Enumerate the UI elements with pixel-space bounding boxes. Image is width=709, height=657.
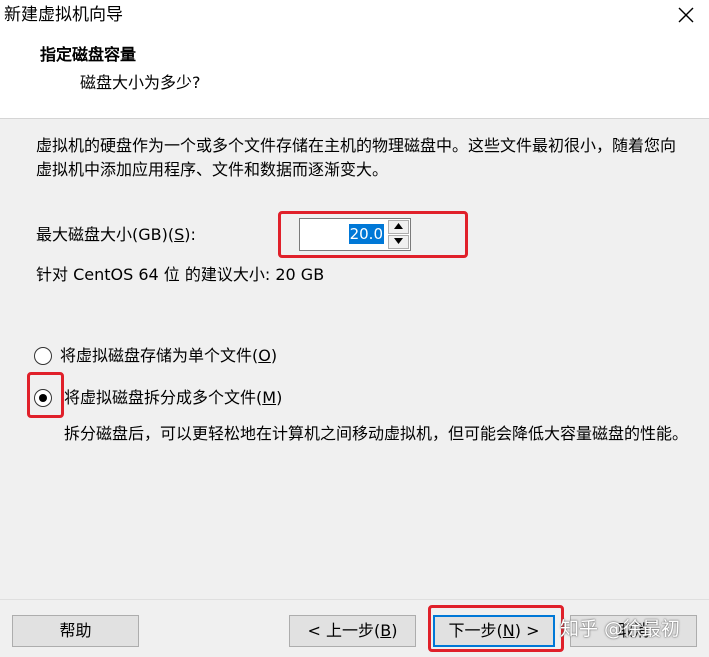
triangle-down-icon	[394, 238, 403, 244]
radio-single-file-label-key: O	[258, 346, 271, 365]
radio-single-file-label: 将虚拟磁盘存储为单个文件(O)	[60, 345, 277, 367]
page-title: 指定磁盘容量	[40, 45, 137, 64]
disk-size-label-prefix: 最大磁盘大小(GB)(	[36, 225, 175, 244]
cancel-button-label: 取消	[617, 621, 650, 640]
wizard-window: 新建虚拟机向导 指定磁盘容量 磁盘大小为多少? 虚拟机的硬盘作为一个或多个文件存…	[0, 0, 709, 657]
disk-size-label-key: S	[174, 225, 185, 244]
back-button[interactable]: < 上一步(B)	[289, 615, 416, 647]
back-button-label-suffix: )	[391, 621, 398, 640]
radio-single-file-circle[interactable]	[34, 347, 52, 365]
close-button[interactable]	[673, 2, 699, 28]
radio-split-files-label-prefix: 将虚拟磁盘拆分成多个文件(	[64, 388, 263, 407]
radio-split-files-label-suffix: )	[276, 388, 283, 407]
help-button-label: 帮助	[59, 621, 92, 640]
radio-selected-dot	[39, 394, 47, 402]
disk-description: 虚拟机的硬盘作为一个或多个文件存储在主机的物理磁盘中。这些文件最初很小，随着您向…	[36, 136, 677, 179]
radio-single-file-label-prefix: 将虚拟磁盘存储为单个文件(	[60, 346, 259, 365]
footer-divider	[0, 599, 709, 600]
disk-size-label-suffix: ):	[184, 225, 196, 244]
radio-split-files-label: 将虚拟磁盘拆分成多个文件(M)	[64, 387, 282, 409]
back-button-label-key: B	[380, 621, 392, 640]
spin-up-button[interactable]	[388, 220, 409, 234]
cancel-button[interactable]: 取消	[570, 615, 697, 647]
next-button[interactable]: 下一步(N) >	[433, 615, 555, 647]
next-button-label-prefix: 下一步(	[448, 621, 503, 640]
next-button-label-key: N	[502, 621, 515, 640]
split-description: 拆分磁盘后，可以更轻松地在计算机之间移动虚拟机，但可能会降低大容量磁盘的性能。	[64, 424, 689, 443]
close-icon	[678, 7, 694, 23]
back-button-label-prefix: < 上一步(	[307, 621, 381, 640]
radio-split-files-label-key: M	[262, 388, 277, 407]
disk-size-spinner[interactable]: 20.0	[299, 218, 411, 251]
window-title: 新建虚拟机向导	[4, 5, 123, 25]
disk-size-input[interactable]: 20.0	[348, 224, 384, 244]
help-button[interactable]: 帮助	[12, 615, 139, 647]
radio-single-file-label-suffix: )	[270, 346, 278, 365]
page-subtitle: 磁盘大小为多少?	[80, 73, 201, 92]
spin-down-button[interactable]	[388, 235, 409, 249]
title-bar: 新建虚拟机向导	[0, 0, 709, 30]
triangle-up-icon	[394, 223, 403, 229]
next-button-label-suffix: ) >	[514, 621, 540, 640]
wizard-header: 指定磁盘容量 磁盘大小为多少?	[0, 30, 709, 119]
radio-split-files-circle[interactable]	[34, 389, 52, 407]
disk-size-label: 最大磁盘大小(GB)(S):	[36, 224, 196, 246]
recommended-size-text: 针对 CentOS 64 位 的建议大小: 20 GB	[36, 265, 325, 284]
